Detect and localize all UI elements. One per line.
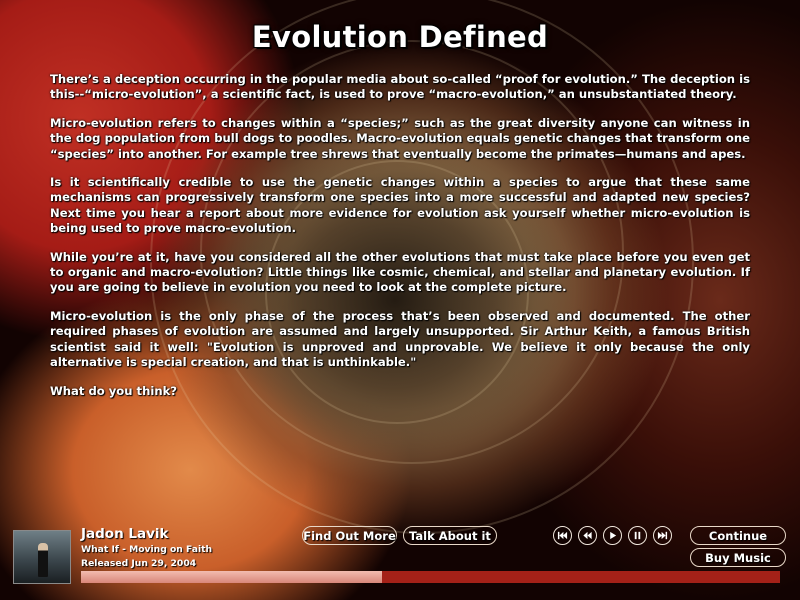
- paragraph: Micro-evolution is the only phase of the…: [50, 308, 750, 370]
- talk-about-it-button[interactable]: Talk About it: [403, 526, 497, 545]
- paragraph: There’s a deception occurring in the pop…: [50, 72, 750, 102]
- progress-bar[interactable]: [81, 571, 780, 583]
- paragraph: Is it scientifically credible to use the…: [50, 175, 750, 236]
- rewind-icon[interactable]: [578, 526, 597, 545]
- artist-figure: [38, 543, 48, 577]
- buy-music-button[interactable]: Buy Music: [690, 548, 786, 567]
- album-title: What If - Moving on Faith: [81, 544, 213, 555]
- pause-icon[interactable]: [628, 526, 647, 545]
- paragraph: What do you think?: [50, 383, 178, 398]
- page-title: Evolution Defined: [251, 20, 549, 54]
- continue-button[interactable]: Continue: [690, 526, 786, 545]
- paragraph: Micro-evolution refers to changes within…: [50, 115, 750, 161]
- album-cover: [13, 530, 71, 584]
- release-date: Released Jun 29, 2004: [81, 558, 197, 569]
- artist-name: Jadon Lavik: [81, 526, 169, 542]
- find-out-more-button[interactable]: Find Out More: [302, 526, 397, 545]
- play-icon[interactable]: [603, 526, 622, 545]
- skip-back-icon[interactable]: [553, 526, 572, 545]
- media-player-bar: Jadon Lavik What If - Moving on Faith Re…: [0, 520, 800, 600]
- article-body: There’s a deception occurring in the pop…: [50, 72, 750, 412]
- paragraph: While you’re at it, have you considered …: [50, 249, 750, 295]
- skip-forward-icon[interactable]: [653, 526, 672, 545]
- progress-fill: [81, 571, 382, 583]
